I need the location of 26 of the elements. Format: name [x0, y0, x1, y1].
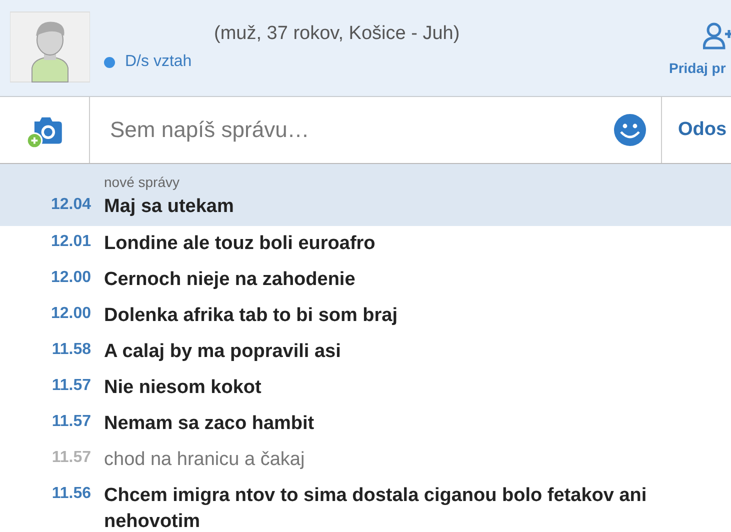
message-text: Dolenka afrika tab to bi som braj [104, 304, 399, 328]
message-text: Londine ale touz boli euroafro [104, 232, 376, 256]
message-input[interactable]: Sem napíš správu… [108, 116, 613, 144]
message-time: 11.57 [50, 412, 91, 431]
message-time: 12.00 [50, 304, 91, 323]
message-time: 12.01 [50, 232, 91, 251]
add-person-icon[interactable] [703, 22, 731, 50]
message-time: 11.57 [50, 448, 91, 467]
message-text: Nemam sa zaco hambit [104, 412, 316, 436]
send-button[interactable]: Odos [662, 97, 731, 163]
message-time: 12.04 [50, 195, 91, 214]
message-text: chod na hranicu a čakaj [104, 448, 306, 472]
add-friend-button[interactable]: Pridaj pr [669, 22, 731, 76]
profile-details: (muž, 37 rokov, Košice - Juh) [214, 23, 461, 45]
relationship-status: D/s vztah [125, 53, 192, 71]
message-time: 11.56 [50, 484, 91, 503]
emoji-icon[interactable] [613, 113, 647, 147]
message-time: 11.58 [50, 340, 91, 359]
message-time: 11.57 [50, 376, 91, 395]
message-text: Nie niesom kokot [104, 376, 262, 400]
message-text: A calaj by ma popravili asi [104, 340, 342, 364]
message-text: Chcem imigra ntov to sima dostala ciganou bolo fetakov ani nehovotim [104, 484, 648, 532]
message-text: Maj sa utekam [104, 195, 235, 219]
message-time: 12.00 [50, 268, 91, 287]
new-messages-label: nové správy [104, 174, 180, 190]
message-text: Cernoch nieje na zahodenie [104, 268, 356, 292]
